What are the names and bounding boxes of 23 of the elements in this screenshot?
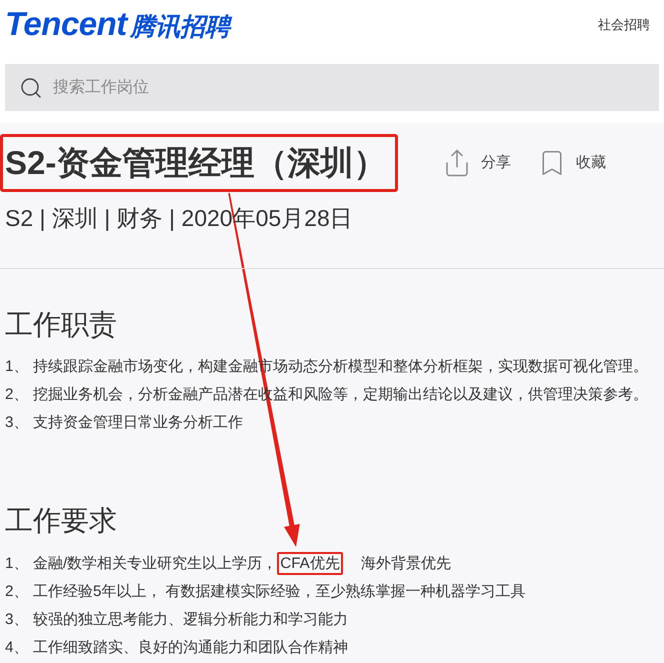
list-text: 工作经验5年以上， 有数据建模实际经验，至少熟练掌握一种机器学习工具 [33, 582, 526, 602]
highlighted-text: CFA优先 [277, 552, 343, 575]
search-icon [19, 76, 43, 100]
share-button[interactable]: 分享 [442, 148, 511, 178]
list-text: 支持资金管理日常业务分析工作 [33, 412, 243, 433]
job-title: S2-资金管理经理（深圳） [5, 143, 386, 183]
section-heading: 工作职责 [5, 308, 118, 342]
list-text: 较强的独立思考能力、逻辑分析能力和学习能力 [33, 610, 348, 630]
logo-wordmark[interactable]: Tencent [5, 6, 127, 42]
list-number: 3、 [5, 412, 30, 433]
list-number: 1、 [5, 356, 30, 377]
list-number: 3、 [5, 610, 30, 630]
list-number: 2、 [5, 582, 30, 602]
list-number: 2、 [5, 384, 30, 405]
list-number: 1、 [5, 554, 30, 574]
list-text: 工作细致踏实、良好的沟通能力和团队合作精神 [33, 638, 348, 658]
section-heading: 工作要求 [5, 504, 118, 538]
search-field[interactable]: 搜索工作岗位 [5, 64, 659, 111]
list-text: 金融/数学相关专业研究生以上学历， CFA优先 海外背景优先 [33, 552, 451, 576]
bookmark-button[interactable]: 收藏 [537, 148, 606, 178]
list-number: 4、 [5, 638, 30, 658]
nav-link[interactable]: 社会招聘 [598, 15, 650, 35]
logo-title[interactable]: 腾讯招聘 [130, 8, 230, 44]
